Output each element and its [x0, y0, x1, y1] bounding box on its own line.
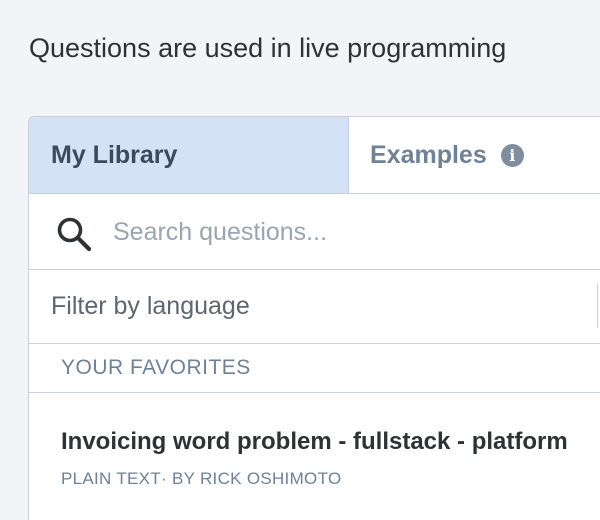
- tab-examples-label: Examples: [370, 140, 487, 169]
- list-item[interactable]: Invoicing word problem - fullstack - pla…: [29, 393, 600, 520]
- tab-my-library[interactable]: My Library: [29, 117, 349, 193]
- language-filter-label: Filter by language: [51, 292, 250, 320]
- filter-divider: [597, 284, 598, 328]
- search-icon: [57, 217, 92, 252]
- tab-examples[interactable]: Examples i: [349, 117, 600, 193]
- question-title: Invoicing word problem - fullstack - pla…: [61, 428, 568, 455]
- intro-text: Questions are used in live programming: [29, 33, 507, 63]
- language-filter[interactable]: Filter by language: [29, 270, 600, 344]
- favorites-section-title: YOUR FAVORITES: [61, 356, 251, 379]
- page: Questions are used in live programming M…: [0, 0, 600, 520]
- question-language: PLAIN TEXT: [61, 469, 161, 488]
- search-input[interactable]: [113, 212, 593, 252]
- question-library-panel: My Library Examples i Filter by language…: [28, 116, 600, 520]
- library-tabs: My Library Examples i: [29, 117, 600, 194]
- tab-my-library-label: My Library: [51, 140, 178, 169]
- info-icon[interactable]: i: [500, 143, 524, 167]
- search-bar: [29, 194, 600, 270]
- favorites-section-header: YOUR FAVORITES: [29, 344, 600, 393]
- question-author: · BY RICK OSHIMOTO: [161, 469, 342, 488]
- question-meta: PLAIN TEXT· BY RICK OSHIMOTO: [61, 469, 341, 489]
